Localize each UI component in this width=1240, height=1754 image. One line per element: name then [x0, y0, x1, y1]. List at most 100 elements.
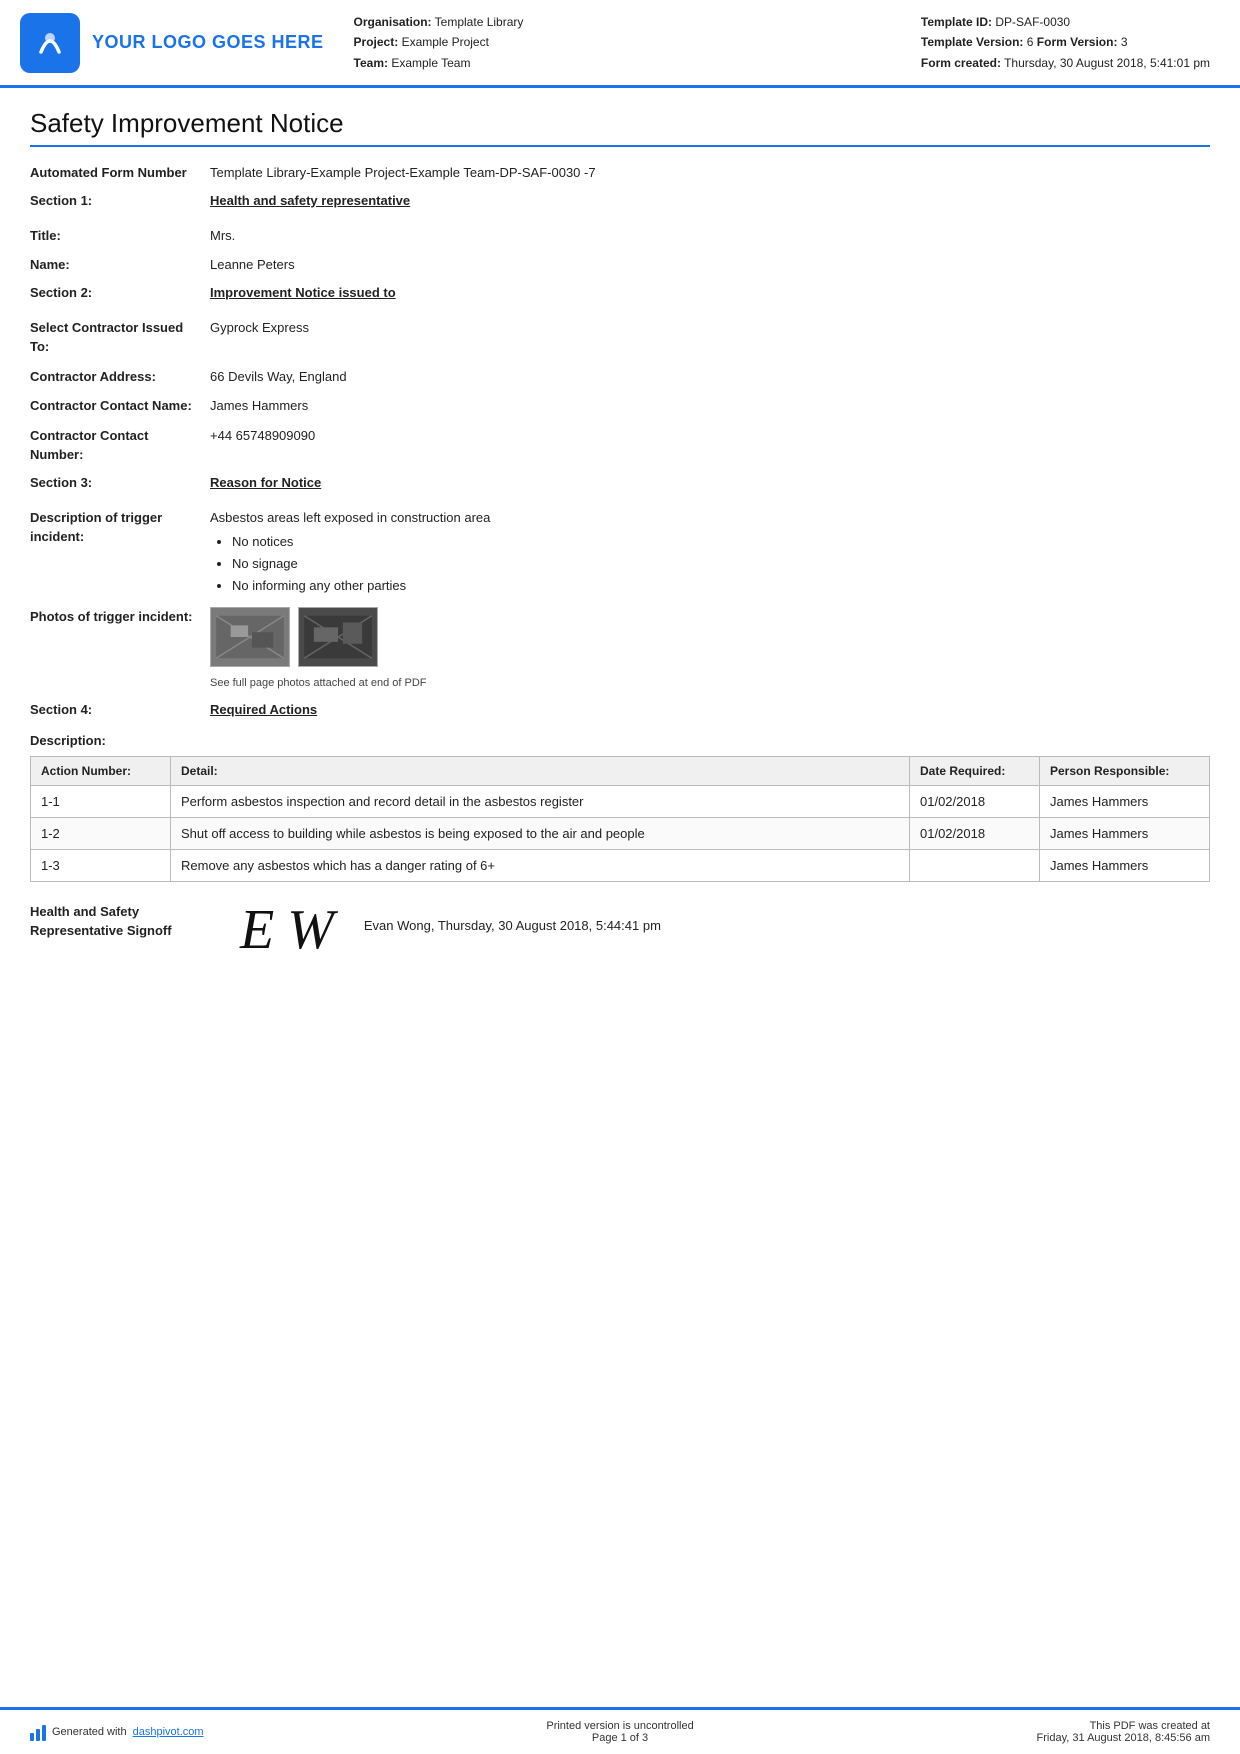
- section4-row: Section 4: Required Actions: [30, 702, 1210, 717]
- section3-value: Reason for Notice: [210, 475, 321, 490]
- team-row: Team: Example Team: [354, 53, 891, 73]
- cell-date: [910, 849, 1040, 881]
- bullet-item: No notices: [232, 531, 1210, 553]
- bar3: [42, 1725, 46, 1741]
- section4-value: Required Actions: [210, 702, 317, 717]
- title-row: Title: Mrs.: [30, 224, 1210, 246]
- contractor-label: Select Contractor Issued To:: [30, 316, 210, 357]
- cell-detail: Remove any asbestos which has a danger r…: [171, 849, 910, 881]
- cell-date: 01/02/2018: [910, 785, 1040, 817]
- photo-thumbs: [210, 607, 1210, 667]
- photos-value: See full page photos attached at end of …: [210, 605, 1210, 692]
- footer-page-number: Page 1 of 3: [546, 1732, 693, 1744]
- section4-label: Section 4:: [30, 702, 210, 717]
- contact-number-value: +44 65748909090: [210, 424, 1210, 446]
- cell-detail: Perform asbestos inspection and record d…: [171, 785, 910, 817]
- actions-table: Action Number: Detail: Date Required: Pe…: [30, 756, 1210, 882]
- footer-pdf-info-line1: This PDF was created at: [1037, 1720, 1210, 1732]
- form-number-value: Template Library-Example Project-Example…: [210, 161, 1210, 183]
- contact-number-label: Contractor Contact Number:: [30, 424, 210, 465]
- contractor-value: Gyprock Express: [210, 316, 1210, 338]
- section2-row: Section 2: Improvement Notice issued to: [30, 285, 1210, 300]
- signoff-label: Health and Safety Representative Signoff: [30, 902, 210, 941]
- bullet-item: No informing any other parties: [232, 575, 1210, 597]
- photo-caption: See full page photos attached at end of …: [210, 675, 1210, 692]
- logo-icon: [20, 13, 80, 73]
- table-row: 1-1Perform asbestos inspection and recor…: [31, 785, 1210, 817]
- cell-date: 01/02/2018: [910, 817, 1040, 849]
- description-value: Asbestos areas left exposed in construct…: [210, 506, 1210, 598]
- template-version-label: Template Version:: [921, 35, 1023, 49]
- name-label: Name:: [30, 253, 210, 275]
- header-right: Template ID: DP-SAF-0030 Template Versio…: [921, 12, 1210, 73]
- footer-pdf-info-line2: Friday, 31 August 2018, 8:45:56 am: [1037, 1732, 1210, 1744]
- bar1: [30, 1733, 34, 1741]
- cell-detail: Shut off access to building while asbest…: [171, 817, 910, 849]
- address-row: Contractor Address: 66 Devils Way, Engla…: [30, 365, 1210, 387]
- page: YOUR LOGO GOES HERE Organisation: Templa…: [0, 0, 1240, 1754]
- project-value: Example Project: [402, 35, 489, 49]
- contractor-row: Select Contractor Issued To: Gyprock Exp…: [30, 316, 1210, 357]
- template-id-row: Template ID: DP-SAF-0030: [921, 12, 1210, 32]
- photos-row: Photos of trigger incident:: [30, 605, 1210, 692]
- version-row: Template Version: 6 Form Version: 3: [921, 32, 1210, 52]
- bar2: [36, 1729, 40, 1741]
- org-value: Template Library: [435, 15, 524, 29]
- table-row: 1-3Remove any asbestos which has a dange…: [31, 849, 1210, 881]
- col-person: Person Responsible:: [1040, 756, 1210, 785]
- org-row: Organisation: Template Library: [354, 12, 891, 32]
- table-header-row: Action Number: Detail: Date Required: Pe…: [31, 756, 1210, 785]
- contact-name-label: Contractor Contact Name:: [30, 394, 210, 416]
- form-created-label: Form created:: [921, 56, 1001, 70]
- description-row: Description of trigger incident: Asbesto…: [30, 506, 1210, 598]
- cell-person: James Hammers: [1040, 849, 1210, 881]
- doc-title: Safety Improvement Notice: [30, 108, 1210, 147]
- name-row: Name: Leanne Peters: [30, 253, 1210, 275]
- contact-number-row: Contractor Contact Number: +44 657489090…: [30, 424, 1210, 465]
- org-label: Organisation:: [354, 15, 432, 29]
- photo-thumb-1: [210, 607, 290, 667]
- footer-link[interactable]: dashpivot.com: [133, 1726, 204, 1738]
- signoff-meta: Evan Wong, Thursday, 30 August 2018, 5:4…: [364, 902, 661, 933]
- section3-label: Section 3:: [30, 475, 210, 490]
- photo-thumb-2: [298, 607, 378, 667]
- cell-person: James Hammers: [1040, 817, 1210, 849]
- bars-icon: [30, 1723, 46, 1741]
- section2-value: Improvement Notice issued to: [210, 285, 396, 300]
- header-meta: Organisation: Template Library Project: …: [354, 12, 891, 73]
- footer-generated-text: Generated with: [52, 1726, 127, 1738]
- table-desc-label: Description:: [30, 733, 1210, 748]
- form-number-row: Automated Form Number Template Library-E…: [30, 161, 1210, 183]
- logo-area: YOUR LOGO GOES HERE: [20, 12, 324, 73]
- form-version-value: 3: [1121, 35, 1128, 49]
- col-date: Date Required:: [910, 756, 1040, 785]
- template-id-value: DP-SAF-0030: [995, 15, 1070, 29]
- photos-area: See full page photos attached at end of …: [210, 607, 1210, 692]
- footer-logo: [30, 1723, 46, 1741]
- form-created-value: Thursday, 30 August 2018, 5:41:01 pm: [1004, 56, 1210, 70]
- footer-left: Generated with dashpivot.com: [30, 1723, 204, 1741]
- logo-text: YOUR LOGO GOES HERE: [92, 32, 324, 53]
- cell-person: James Hammers: [1040, 785, 1210, 817]
- signoff-section: Health and Safety Representative Signoff…: [30, 902, 1210, 958]
- section2-label: Section 2:: [30, 285, 210, 300]
- title-label: Title:: [30, 224, 210, 246]
- project-label: Project:: [354, 35, 399, 49]
- team-value: Example Team: [391, 56, 470, 70]
- bullet-list: No noticesNo signageNo informing any oth…: [210, 531, 1210, 597]
- cell-action: 1-1: [31, 785, 171, 817]
- template-id-label: Template ID:: [921, 15, 992, 29]
- contact-name-value: James Hammers: [210, 394, 1210, 416]
- footer-right: This PDF was created at Friday, 31 Augus…: [1037, 1720, 1210, 1744]
- col-action: Action Number:: [31, 756, 171, 785]
- section3-row: Section 3: Reason for Notice: [30, 475, 1210, 490]
- section1-value: Health and safety representative: [210, 193, 410, 208]
- template-version-value: 6: [1027, 35, 1034, 49]
- header: YOUR LOGO GOES HERE Organisation: Templa…: [0, 0, 1240, 88]
- cell-action: 1-2: [31, 817, 171, 849]
- description-label: Description of trigger incident:: [30, 506, 210, 547]
- form-created-row: Form created: Thursday, 30 August 2018, …: [921, 53, 1210, 73]
- cell-action: 1-3: [31, 849, 171, 881]
- table-row: 1-2Shut off access to building while asb…: [31, 817, 1210, 849]
- form-version-label: Form Version:: [1037, 35, 1118, 49]
